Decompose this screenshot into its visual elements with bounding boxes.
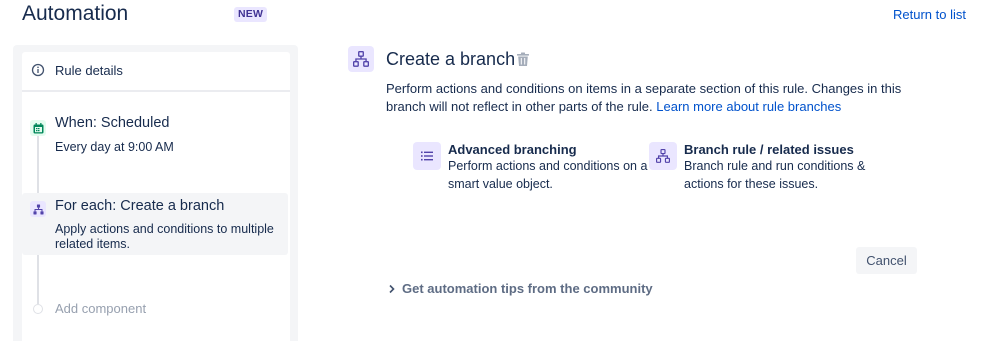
branch-icon — [348, 46, 374, 72]
rule-component-list: Rule details When: Scheduled Every day a… — [22, 52, 290, 341]
branch-icon — [649, 142, 677, 170]
trash-icon[interactable] — [516, 52, 530, 67]
return-to-list-link[interactable]: Return to list — [893, 7, 966, 22]
rule-sidebar: Rule details When: Scheduled Every day a… — [13, 45, 298, 341]
step-for-each-branch[interactable]: For each: Create a branch Apply actions … — [22, 193, 288, 255]
option-title: Branch rule / related issues — [684, 142, 854, 157]
step-description: Apply actions and conditions to multiple… — [55, 222, 274, 251]
rule-details-label: Rule details — [55, 63, 123, 78]
step-when-scheduled[interactable]: When: Scheduled Every day at 9:00 AM — [22, 110, 288, 160]
step-title: When: Scheduled — [55, 115, 170, 131]
rule-details-item[interactable]: Rule details — [22, 52, 290, 92]
list-icon — [413, 142, 441, 170]
branch-title: Create a branch — [386, 49, 516, 69]
add-component-item[interactable]: Add component — [22, 299, 288, 323]
branch-icon — [30, 201, 46, 217]
option-description: Perform actions and conditions on a smar… — [448, 159, 648, 191]
add-component-label: Add component — [55, 301, 147, 316]
info-icon — [31, 63, 45, 77]
automation-tips-label: Get automation tips from the community — [402, 281, 653, 296]
branch-description: Perform actions and conditions on items … — [386, 80, 906, 116]
step-title: For each: Create a branch — [55, 198, 225, 214]
page-title: Automation — [22, 2, 129, 25]
option-description: Branch rule and run conditions & actions… — [684, 159, 866, 191]
new-badge: NEW — [234, 7, 268, 22]
calendar-icon — [30, 120, 46, 136]
learn-more-link[interactable]: Learn more about rule branches — [656, 99, 841, 114]
chevron-right-icon — [389, 284, 395, 294]
step-description: Every day at 9:00 AM — [55, 140, 174, 154]
add-component-dot-icon — [33, 304, 43, 314]
cancel-button[interactable]: Cancel — [856, 247, 917, 274]
option-title: Advanced branching — [448, 142, 577, 157]
